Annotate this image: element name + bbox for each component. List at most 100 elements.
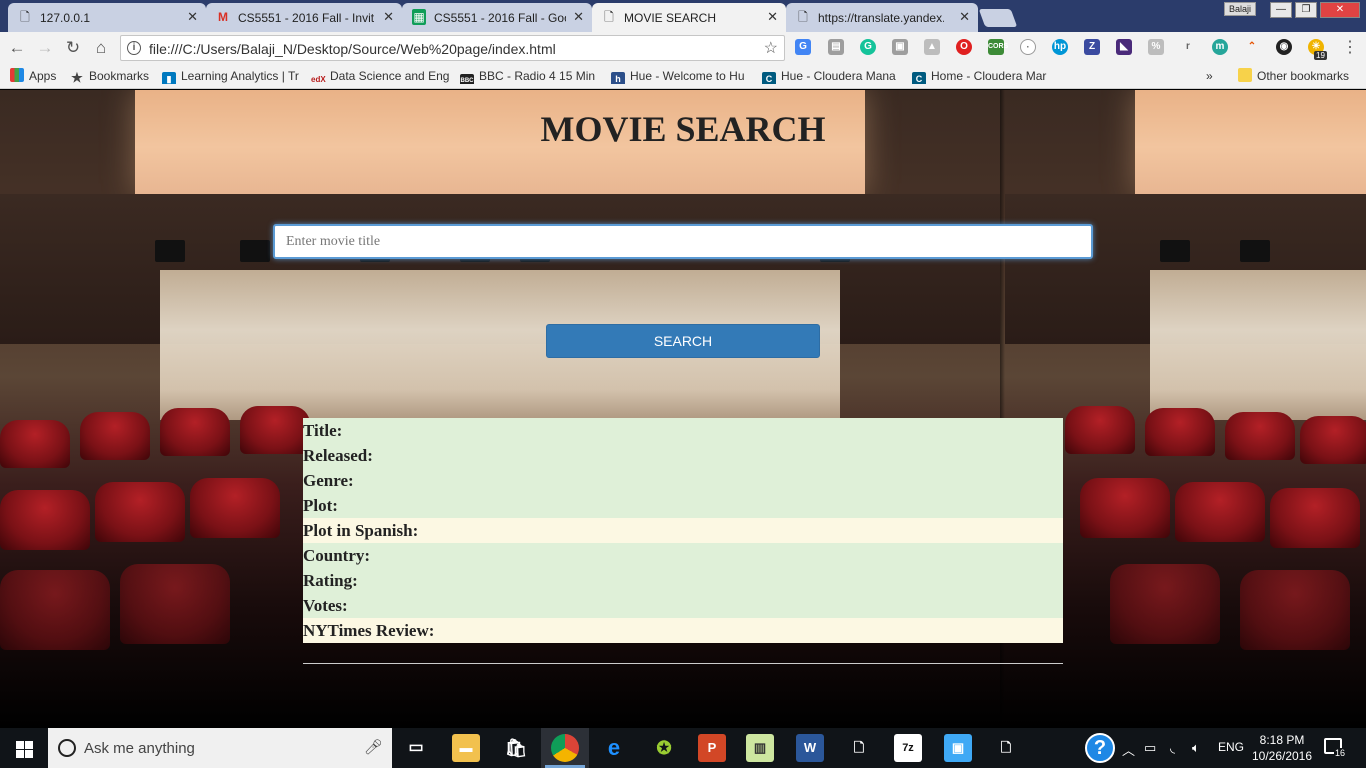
chart-app-icon[interactable]: ▥ [746,734,774,762]
color-picker-extension-icon[interactable]: ◉ [1276,39,1292,55]
cinema-seat [1225,412,1295,460]
battery-icon[interactable]: ▭ [1144,740,1156,756]
document-extension-icon[interactable]: ▤ [828,39,844,55]
file-explorer-icon[interactable]: ▬ [452,734,480,762]
cinema-seat [240,406,310,454]
bookmark-home-cloudera[interactable]: C Home - Cloudera Mar [912,68,1050,84]
reload-button[interactable]: ↻ [62,37,84,59]
notification-count: 16 [1334,748,1347,758]
cortana-search-box[interactable]: Ask me anything 🎤︎ [48,728,392,768]
opera-extension-icon[interactable]: O [956,39,972,55]
field-row-votes: Votes: [303,593,1063,618]
field-label: Released: [303,446,373,465]
bookmarks-bar: Apps ★ Bookmarks ▮ Learning Analytics | Tr… [0,63,1366,89]
r-extension-icon[interactable]: r [1180,39,1196,55]
drive-extension-icon[interactable]: ▲ [924,39,940,55]
bookmark-label: Hue - Welcome to Hu [630,69,745,83]
extension-icon[interactable]: ◣ [1116,39,1132,55]
cinema-seat [1240,570,1350,650]
translate-extension-icon[interactable]: G [795,39,811,55]
bookmarks-overflow-button[interactable]: » [1206,68,1220,84]
chrome-icon[interactable] [551,734,579,762]
address-bar[interactable]: i file:///C:/Users/Balaji_N/Desktop/Sour… [120,35,785,61]
profile-button[interactable]: Balaji [1224,2,1256,16]
tab-title: 127.0.0.1 [40,11,91,25]
bookmark-learning-analytics[interactable]: ▮ Learning Analytics | Tr [162,68,300,84]
system-clock[interactable]: 8:18 PM 10/26/2016 [1248,732,1316,764]
bookmark-bookmarks[interactable]: ★ Bookmarks [70,68,156,84]
other-bookmarks[interactable]: Other bookmarks [1238,68,1358,84]
extension-icon[interactable]: · [1020,39,1036,55]
help-icon[interactable]: ? [1085,733,1115,763]
task-view-icon[interactable]: ▭ [402,734,430,762]
m-extension-icon[interactable]: m [1212,39,1228,55]
7zip-icon[interactable]: 7z [894,734,922,762]
bookmark-label: Apps [29,69,57,83]
new-tab-button[interactable] [978,9,1018,27]
close-window-button[interactable]: ✕ [1320,2,1360,18]
hp-extension-icon[interactable]: hp [1052,39,1068,55]
extension-icon[interactable]: ▣ [892,39,908,55]
bookmark-data-science[interactable]: edX Data Science and Eng [311,68,449,84]
app-icon[interactable]: ▣ [944,734,972,762]
show-hidden-icons[interactable]: ︿ [1122,740,1135,759]
close-icon[interactable]: ✕ [187,10,198,24]
search-button[interactable]: SEARCH [546,324,820,358]
speaker [240,240,270,262]
close-icon[interactable]: ✕ [767,10,778,24]
grammarly-extension-icon[interactable]: G [860,39,876,55]
cinema-seat [0,490,90,550]
android-studio-icon[interactable]: ✪ [650,734,678,762]
cinema-stage [1150,270,1366,420]
movie-title-input[interactable] [273,224,1093,259]
forward-button[interactable]: → [34,37,56,59]
tab-sheets[interactable]: ▦ CS5551 - 2016 Fall - Goo ✕ [402,3,592,32]
extension-icon[interactable]: ⌃ [1244,39,1260,55]
browser-toolbar: ← → ↻ ⌂ i file:///C:/Users/Balaji_N/Desk… [0,32,1366,63]
volume-icon[interactable]: 🔈︎ [1192,740,1200,756]
cinema-seat [160,408,230,456]
powerpoint-icon[interactable]: P [698,734,726,762]
tab-yandex-translate[interactable]: 🗋 https://translate.yandex. ✕ [786,3,978,32]
close-icon[interactable]: ✕ [573,10,584,24]
z-extension-icon[interactable]: Z [1084,39,1100,55]
bookmark-hue-welcome[interactable]: h Hue - Welcome to Hu [611,68,749,84]
info-icon[interactable]: i [127,41,141,55]
minimize-button[interactable]: — [1270,2,1292,18]
restore-button[interactable]: ❐ [1295,2,1317,18]
page-icon: 🗋 [20,10,30,24]
language-indicator[interactable]: ENG [1218,740,1244,754]
gmail-icon: M [218,10,228,24]
word-icon[interactable]: W [796,734,824,762]
close-icon[interactable]: ✕ [959,10,970,24]
tab-gmail[interactable]: M CS5551 - 2016 Fall - Invit ✕ [206,3,402,32]
bookmark-bbc-radio[interactable]: BBC BBC - Radio 4 15 Min [460,68,598,84]
store-icon[interactable]: 🛍︎ [502,734,530,762]
back-button[interactable]: ← [6,37,28,59]
cinema-seat [1080,478,1170,538]
browser-menu-icon[interactable]: ⋮ [1342,37,1358,57]
close-icon[interactable]: ✕ [383,10,394,24]
microphone-icon[interactable]: 🎤︎ [364,738,383,756]
cinema-seat [1110,564,1220,644]
document-icon[interactable]: 🗋 [992,734,1020,762]
notepad-icon[interactable]: 🗋 [845,734,873,762]
bookmark-hue-cloudera[interactable]: C Hue - Cloudera Mana [762,68,900,84]
bookmark-star-icon[interactable]: ☆ [764,38,778,58]
edge-icon[interactable]: e [600,734,628,762]
bookmark-apps[interactable]: Apps [10,68,66,84]
start-button[interactable] [0,728,48,768]
url-text: file:///C:/Users/Balaji_N/Desktop/Source… [149,41,556,57]
home-button[interactable]: ⌂ [90,37,112,59]
extension-icon[interactable]: % [1148,39,1164,55]
wifi-icon[interactable]: ◟ [1170,740,1175,756]
clock-date: 10/26/2016 [1251,749,1313,763]
tab-movie-search[interactable]: 🗋 MOVIE SEARCH ✕ [592,3,786,32]
edx-icon: edX [311,75,326,84]
tab-localhost[interactable]: 🗋 127.0.0.1 ✕ [8,3,206,32]
bookmark-label: Other bookmarks [1257,69,1350,83]
clock-time: 8:18 PM [1259,733,1305,747]
cors-extension-icon[interactable]: CORS [988,39,1008,55]
field-row-released: Released: [303,443,1063,468]
bookmark-label: BBC - Radio 4 15 Min [479,69,596,83]
